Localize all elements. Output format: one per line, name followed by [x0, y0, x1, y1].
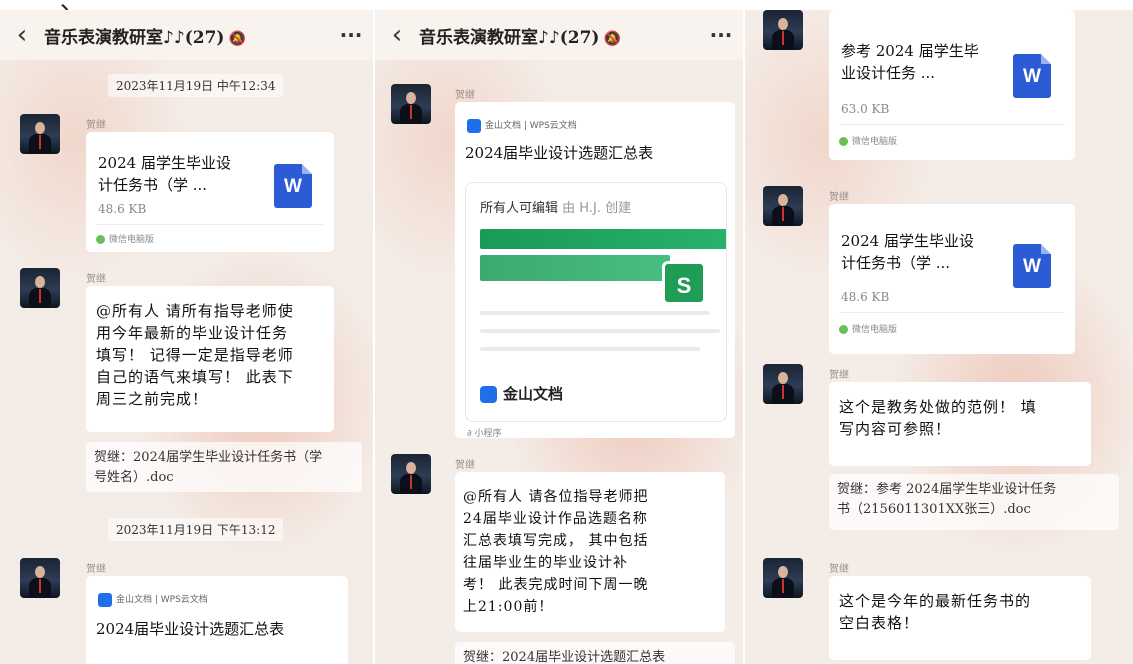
- file-title: 参考 2024 届学生毕 业设计任务 ...: [841, 42, 979, 82]
- message-text: @所有人 请各位指导老师把 24届毕业设计作品选题名称 汇总表填写完成， 其中包括往…: [463, 489, 649, 615]
- back-icon[interactable]: ‹: [375, 20, 419, 50]
- more-options-icon[interactable]: ···: [329, 23, 373, 47]
- kingsoft-brand-line: 金山文档 | WPS云文档: [98, 592, 208, 607]
- preview-line: [480, 329, 720, 333]
- message-text: 这个是教务处做的范例！ 填写内容可参照！: [839, 398, 1037, 438]
- file-source: 微信电脑版: [839, 322, 897, 335]
- avatar[interactable]: [763, 558, 803, 598]
- more-options-icon[interactable]: ···: [699, 23, 743, 47]
- doc-title: 2024届毕业设计选题汇总表: [465, 144, 654, 162]
- avatar[interactable]: [391, 454, 431, 494]
- avatar[interactable]: [763, 186, 803, 226]
- preview-line: [480, 347, 700, 351]
- avatar[interactable]: [391, 84, 431, 124]
- kingsoft-logo-icon: [480, 386, 497, 403]
- timestamp: 2023年11月19日 下午13:12: [108, 518, 284, 541]
- doc-preview[interactable]: 所有人可编辑 由 H.J. 创建 S 金山文档: [465, 182, 727, 422]
- file-message[interactable]: 参考 2024 届学生毕 业设计任务 ... W 63.0 KB 微信电脑版: [829, 10, 1075, 160]
- kingsoft-doc-card[interactable]: 金山文档 | WPS云文档 2024届毕业设计选题汇总表 所有人可编辑 由 H.…: [455, 102, 735, 439]
- mute-bell-icon: 🔕: [603, 30, 621, 47]
- text-message[interactable]: 这个是教务处做的范例！ 填写内容可参照！: [829, 382, 1091, 466]
- avatar[interactable]: [763, 10, 803, 50]
- text-message[interactable]: @所有人 请所有指导老师使 用今年最新的毕业设计任务 填写！ 记得一定是指导老师 自己…: [86, 286, 334, 432]
- mute-bell-icon: 🔕: [228, 30, 246, 47]
- file-message[interactable]: 2024 届学生毕业设 计任务书（学 ... W 48.6 KB 微信电脑版: [829, 204, 1075, 354]
- chat-title: 音乐表演教研室♪♪(27) 🔕: [44, 27, 246, 48]
- file-title: 2024 届学生毕业设 计任务书（学 ...: [841, 232, 974, 272]
- mini-program-icon: ∂: [467, 429, 475, 439]
- kingsoft-docs-icon: [467, 118, 481, 133]
- chat-panel-3: 参考 2024 届学生毕 业设计任务 ... W 63.0 KB 微信电脑版 贺继…: [745, 10, 1133, 664]
- quoted-reply[interactable]: 贺继：2024届毕业设计选题汇总表: [455, 642, 735, 664]
- file-source: 微信电脑版: [839, 134, 897, 147]
- kingsoft-footer-brand: 金山文档: [480, 383, 563, 404]
- word-file-icon: W: [274, 164, 312, 208]
- kingsoft-brand-line: 金山文档 | WPS云文档: [467, 118, 577, 133]
- sender-name: 贺继: [86, 564, 106, 575]
- avatar[interactable]: [20, 268, 60, 308]
- sender-name: 贺继: [829, 564, 849, 575]
- message-text: 这个是今年的最新任务书的 空白表格！: [839, 592, 1032, 632]
- mini-program-label: ∂ 小程序: [467, 429, 502, 439]
- file-source: 微信电脑版: [96, 232, 154, 245]
- doc-title: 2024届毕业设计选题汇总表: [96, 620, 285, 638]
- word-file-icon: W: [1013, 244, 1051, 288]
- spreadsheet-icon: S: [662, 261, 706, 305]
- chat-panel-2: ‹ 音乐表演教研室♪♪(27) 🔕 ··· 贺继 金山文档 | WPS云文档 20…: [375, 10, 743, 664]
- preview-line: [480, 311, 710, 315]
- wechat-icon: [96, 235, 105, 244]
- sender-name: 贺继: [455, 460, 475, 471]
- quoted-reply[interactable]: 贺继：参考 2024届学生毕业设计任务 书（2156011301XX张三）.doc: [829, 474, 1119, 530]
- file-title: 2024 届学生毕业设 计任务书（学 ...: [98, 154, 231, 194]
- avatar[interactable]: [20, 558, 60, 598]
- music-note-icon: ♪♪: [163, 27, 185, 48]
- preview-green-band: [480, 229, 726, 249]
- avatar[interactable]: [763, 364, 803, 404]
- text-message[interactable]: 这个是今年的最新任务书的 空白表格！: [829, 576, 1091, 660]
- permission-label: 所有人可编辑 由 H.J. 创建: [480, 201, 632, 216]
- file-size: 63.0 KB: [841, 102, 890, 116]
- sender-name: 贺继: [86, 120, 106, 131]
- avatar[interactable]: [20, 114, 60, 154]
- sender-name: 贺继: [455, 90, 475, 101]
- cropped-caption-strip: 、: [0, 0, 1133, 10]
- wechat-icon: [839, 137, 848, 146]
- chat-panel-1: ‹ 音乐表演教研室♪♪(27) 🔕 ··· 2023年11月19日 中午12:34…: [0, 10, 373, 664]
- sender-name: 贺继: [829, 370, 849, 381]
- word-file-icon: W: [1013, 54, 1051, 98]
- chat-title: 音乐表演教研室♪♪(27) 🔕: [419, 27, 621, 48]
- message-text: @所有人 请所有指导老师使 用今年最新的毕业设计任务 填写！ 记得一定是指导老师 自己…: [96, 302, 294, 408]
- sender-name: 贺继: [86, 274, 106, 285]
- chat-header: ‹ 音乐表演教研室♪♪(27) 🔕 ···: [0, 10, 373, 60]
- kingsoft-docs-icon: [98, 592, 112, 607]
- wechat-icon: [839, 325, 848, 334]
- file-message[interactable]: 2024 届学生毕业设 计任务书（学 ... W 48.6 KB 微信电脑版: [86, 132, 334, 252]
- preview-green-band: [480, 255, 670, 281]
- chat-header: ‹ 音乐表演教研室♪♪(27) 🔕 ···: [375, 10, 743, 60]
- file-size: 48.6 KB: [98, 202, 147, 216]
- back-icon[interactable]: ‹: [0, 20, 44, 50]
- music-note-icon: ♪♪: [538, 27, 560, 48]
- text-message[interactable]: @所有人 请各位指导老师把 24届毕业设计作品选题名称 汇总表填写完成， 其中包括往…: [455, 472, 725, 632]
- kingsoft-doc-card[interactable]: 金山文档 | WPS云文档 2024届毕业设计选题汇总表: [86, 576, 348, 664]
- quoted-reply[interactable]: 贺继：2024届学生毕业设计任务书（学 号姓名）.doc: [86, 442, 362, 492]
- timestamp: 2023年11月19日 中午12:34: [108, 74, 284, 97]
- file-size: 48.6 KB: [841, 290, 890, 304]
- sender-name: 贺继: [829, 192, 849, 203]
